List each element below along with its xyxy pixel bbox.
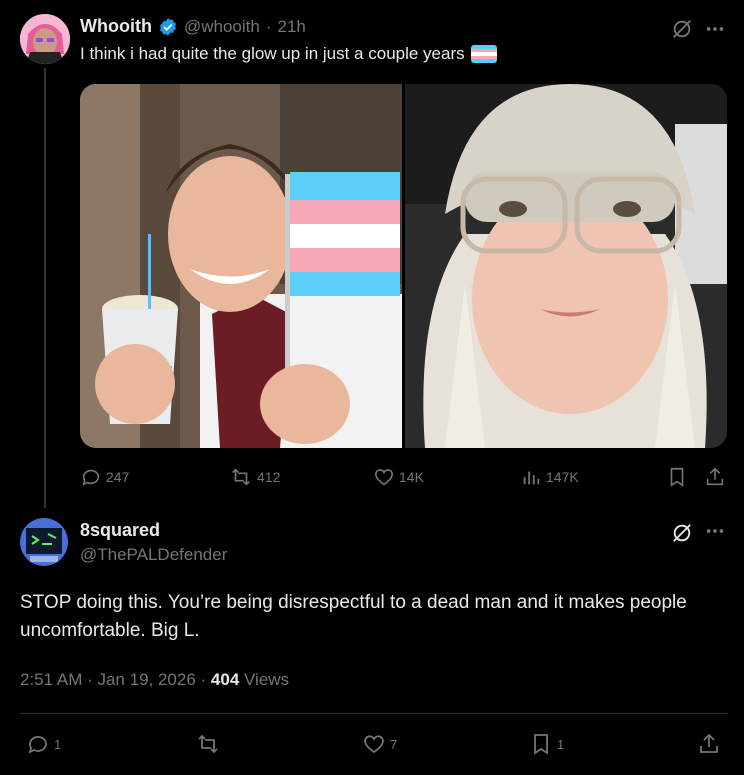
like-button[interactable]: 14K: [373, 466, 424, 488]
thread-line: [44, 68, 46, 508]
reply-bookmark-count: 1: [557, 736, 565, 752]
bookmark-button[interactable]: [666, 466, 688, 488]
post-text: I think i had quite the glow up in just …: [80, 44, 465, 63]
reply-like-button[interactable]: 7: [362, 732, 397, 756]
reply-meta: 2:51 AM · Jan 19, 2026 · 404 Views: [20, 670, 289, 690]
reply-button[interactable]: 247: [80, 466, 129, 488]
reply-reply-button[interactable]: 1: [26, 732, 61, 756]
divider: [20, 713, 728, 714]
media-photo-right[interactable]: [405, 84, 727, 448]
more-options-icon[interactable]: [704, 18, 726, 40]
avatar-8squared[interactable]: [20, 518, 68, 566]
views-button[interactable]: 147K: [520, 466, 579, 488]
repost-button[interactable]: 412: [229, 466, 280, 488]
reply-author-name[interactable]: 8squared: [80, 520, 160, 541]
reply-bookmark-button[interactable]: 1: [529, 732, 564, 756]
media-photo-left[interactable]: [80, 84, 402, 448]
views-count: 147K: [546, 469, 579, 485]
reply-share-button[interactable]: [697, 732, 721, 756]
reply-reply-count: 1: [54, 736, 62, 752]
reply-count: 247: [106, 469, 130, 485]
verified-badge-icon: [158, 17, 178, 37]
avatar-whooith[interactable]: [20, 14, 70, 64]
author-handle[interactable]: @whooith: [184, 17, 260, 37]
grok-icon[interactable]: [671, 18, 693, 40]
reply-timestamp[interactable]: 2:51 AM · Jan 19, 2026 ·: [20, 670, 211, 689]
like-count: 14K: [399, 469, 424, 485]
reply-views-label: Views: [239, 670, 290, 689]
reply-more-options-icon[interactable]: [704, 520, 726, 542]
reply-text: STOP doing this. You’re being disrespect…: [20, 592, 687, 641]
reply-grok-icon[interactable]: [671, 522, 693, 544]
reply-like-count: 7: [390, 736, 398, 752]
separator-dot: ·: [265, 16, 272, 36]
reply-repost-button[interactable]: [195, 732, 225, 756]
repost-count: 412: [257, 469, 281, 485]
reply-views-count: 404: [210, 670, 240, 689]
trans-flag-emoji: [470, 45, 497, 63]
post-time[interactable]: 21h: [278, 17, 306, 37]
author-name[interactable]: Whooith: [80, 16, 152, 37]
share-button[interactable]: [704, 466, 726, 488]
reply-author-handle[interactable]: @ThePALDefender: [80, 545, 227, 565]
